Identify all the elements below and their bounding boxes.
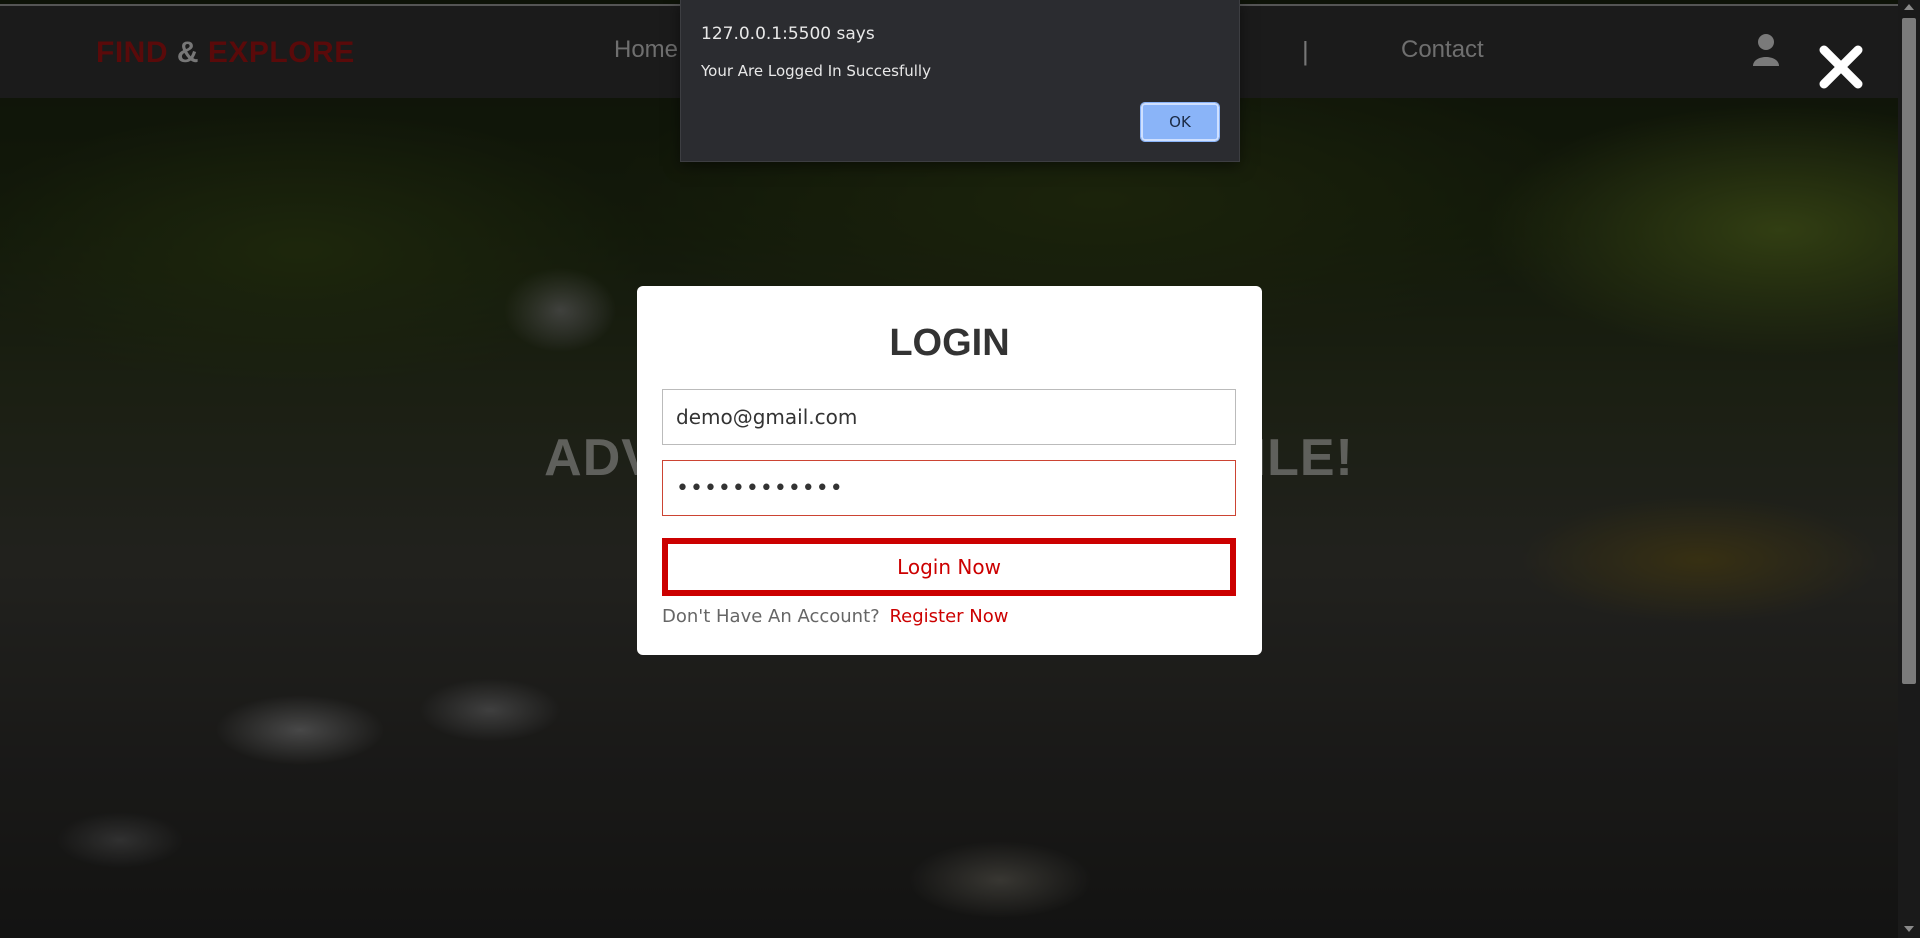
email-field[interactable] [662,389,1236,445]
login-now-button[interactable]: Login Now [662,538,1236,596]
scroll-up-arrow-icon[interactable] [1904,4,1914,10]
alert-message: Your Are Logged In Succesfully [701,62,931,80]
login-title: LOGIN [889,322,1010,364]
nav-contact[interactable]: Contact [1401,36,1484,64]
site-logo[interactable]: FIND & EXPLORE [96,36,355,70]
login-modal: LOGIN Login Now Don't Have An Account? R… [637,286,1262,655]
alert-origin: 127.0.0.1:5500 says [701,24,875,44]
register-now-link[interactable]: Register Now [889,606,1008,627]
nav-home[interactable]: Home [614,36,678,64]
alert-ok-button[interactable]: OK [1140,102,1220,142]
logo-explore: EXPLORE [207,36,355,69]
browser-alert-dialog: 127.0.0.1:5500 says Your Are Logged In S… [680,0,1240,162]
password-field[interactable] [662,460,1236,516]
scroll-down-arrow-icon[interactable] [1904,926,1914,932]
register-row: Don't Have An Account? Register Now [662,606,1008,627]
register-prompt: Don't Have An Account? [662,606,880,627]
logo-ampersand: & [176,36,200,69]
page-scrollbar[interactable] [1898,0,1920,938]
scrollbar-thumb[interactable] [1902,18,1916,684]
logo-find: FIND [96,36,168,69]
nav-separator: | [1302,36,1309,66]
close-icon[interactable] [1818,44,1864,90]
user-icon[interactable] [1752,32,1780,68]
